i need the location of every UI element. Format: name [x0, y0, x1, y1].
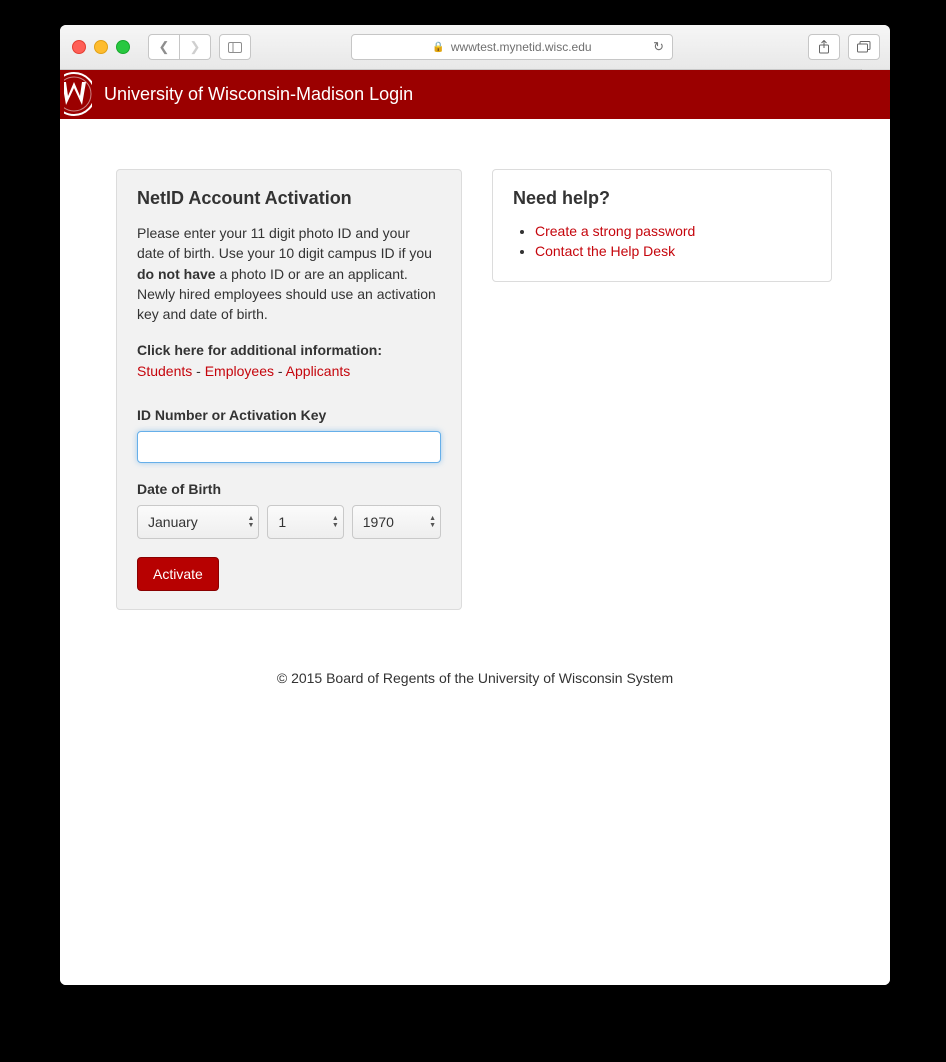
zoom-window-button[interactable] — [116, 40, 130, 54]
activation-panel: NetID Account Activation Please enter yo… — [116, 169, 462, 610]
share-button[interactable] — [808, 34, 840, 60]
dob-day-value: 1 — [278, 514, 286, 530]
browser-titlebar: ❮ ❯ 🔒 wwwtest.mynetid.wisc.edu ↻ — [60, 25, 890, 70]
dob-row: January ▲▼ 1 ▲▼ 1970 ▲▼ — [137, 505, 441, 539]
window-controls — [72, 40, 130, 54]
stepper-icon: ▲▼ — [332, 515, 339, 529]
dob-month-select[interactable]: January ▲▼ — [137, 505, 259, 539]
id-number-input[interactable] — [137, 431, 441, 463]
id-number-label: ID Number or Activation Key — [137, 407, 441, 423]
stepper-icon: ▲▼ — [247, 515, 254, 529]
browser-window: ❮ ❯ 🔒 wwwtest.mynetid.wisc.edu ↻ — [60, 25, 890, 985]
intro-text-a: Please enter your 11 digit photo ID and … — [137, 225, 432, 261]
help-panel: Need help? Create a strong password Cont… — [492, 169, 832, 282]
toolbar-right — [808, 34, 880, 60]
minimize-window-button[interactable] — [94, 40, 108, 54]
show-tabs-button[interactable] — [848, 34, 880, 60]
back-button[interactable]: ❮ — [148, 34, 180, 60]
page-content: University of Wisconsin-Madison Login Ne… — [60, 70, 890, 985]
tabs-icon — [857, 41, 871, 53]
site-header: University of Wisconsin-Madison Login — [60, 70, 890, 119]
activate-button[interactable]: Activate — [137, 557, 219, 591]
reload-button[interactable]: ↻ — [653, 39, 664, 55]
main-content: NetID Account Activation Please enter yo… — [60, 119, 890, 640]
share-icon — [818, 40, 830, 54]
dob-month-value: January — [148, 514, 198, 530]
intro-text-bold: do not have — [137, 266, 216, 282]
sidebar-icon — [228, 42, 242, 53]
dob-year-select[interactable]: 1970 ▲▼ — [352, 505, 441, 539]
sep2: - — [274, 363, 286, 379]
students-link[interactable]: Students — [137, 363, 192, 379]
help-heading: Need help? — [513, 188, 811, 209]
activation-heading: NetID Account Activation — [137, 188, 441, 209]
lock-icon: 🔒 — [432, 42, 444, 53]
address-bar[interactable]: 🔒 wwwtest.mynetid.wisc.edu ↻ — [351, 34, 673, 60]
additional-info-line: Click here for additional information: S… — [137, 340, 441, 381]
click-here-label: Click here for additional information: — [137, 342, 382, 358]
forward-button[interactable]: ❯ — [180, 34, 211, 60]
sep1: - — [192, 363, 204, 379]
contact-helpdesk-link[interactable]: Contact the Help Desk — [535, 243, 675, 259]
dob-day-select[interactable]: 1 ▲▼ — [267, 505, 343, 539]
close-window-button[interactable] — [72, 40, 86, 54]
help-links-list: Create a strong password Contact the Hel… — [513, 223, 811, 259]
address-bar-host: wwwtest.mynetid.wisc.edu — [451, 40, 592, 54]
footer-copyright: © 2015 Board of Regents of the Universit… — [60, 640, 890, 726]
show-sidebar-button[interactable] — [219, 34, 251, 60]
chevron-left-icon: ❮ — [159, 39, 170, 55]
dob-label: Date of Birth — [137, 481, 441, 497]
nav-buttons: ❮ ❯ — [148, 34, 211, 60]
uw-crest-logo — [64, 70, 92, 119]
applicants-link[interactable]: Applicants — [286, 363, 351, 379]
list-item: Contact the Help Desk — [535, 243, 811, 259]
chevron-right-icon: ❯ — [190, 39, 201, 55]
create-password-link[interactable]: Create a strong password — [535, 223, 695, 239]
dob-year-value: 1970 — [363, 514, 394, 530]
stepper-icon: ▲▼ — [429, 515, 436, 529]
employees-link[interactable]: Employees — [205, 363, 274, 379]
site-title: University of Wisconsin-Madison Login — [104, 84, 413, 105]
activation-intro: Please enter your 11 digit photo ID and … — [137, 223, 441, 324]
list-item: Create a strong password — [535, 223, 811, 239]
